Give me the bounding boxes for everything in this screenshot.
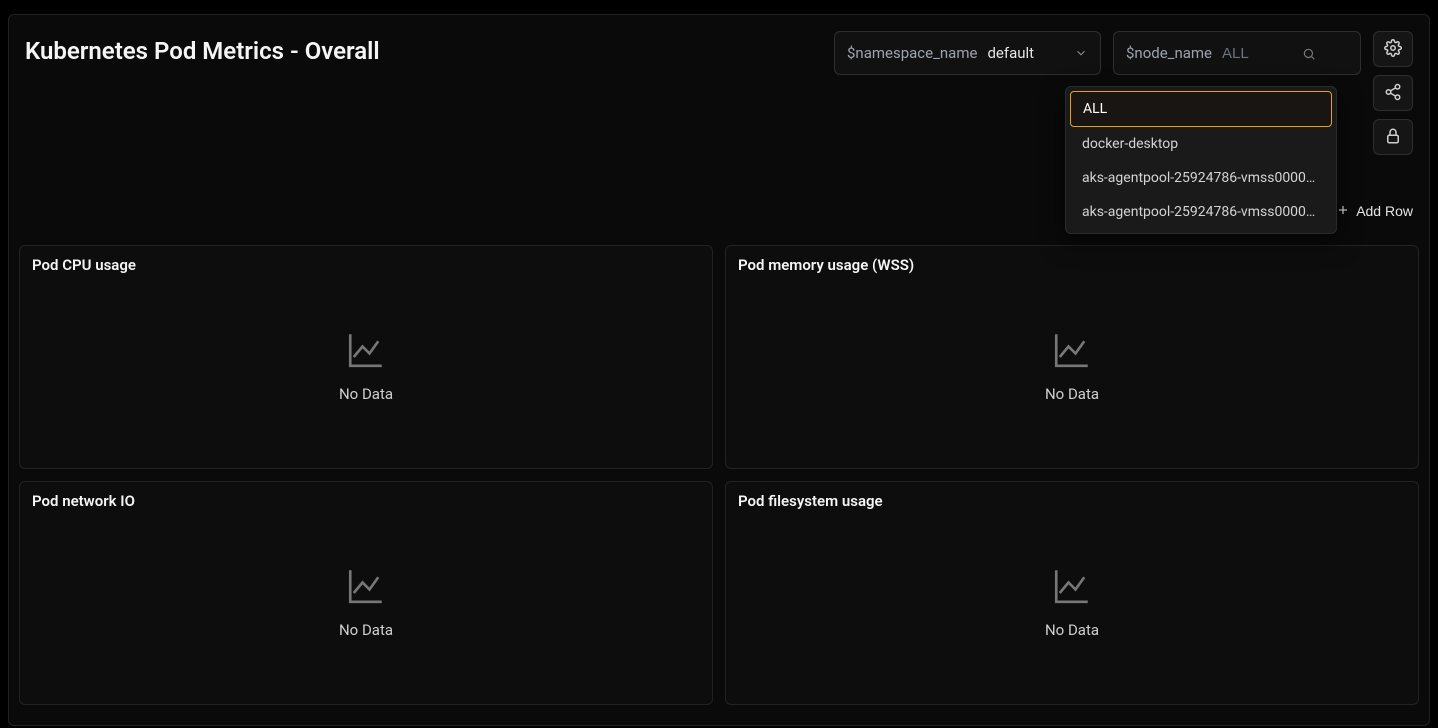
panel-pod-filesystem[interactable]: Pod filesystem usage No Data xyxy=(725,481,1419,705)
plus-icon xyxy=(1336,203,1350,220)
panel-title: Pod network IO xyxy=(32,492,700,510)
lock-button[interactable] xyxy=(1373,119,1413,155)
no-data-label: No Data xyxy=(339,385,393,403)
panel-title: Pod CPU usage xyxy=(32,256,700,274)
page-title: Kubernetes Pod Metrics - Overall xyxy=(25,37,380,65)
lock-icon xyxy=(1384,127,1402,148)
line-chart-icon xyxy=(1051,565,1093,607)
line-chart-icon xyxy=(1051,329,1093,371)
line-chart-icon xyxy=(345,565,387,607)
no-data-label: No Data xyxy=(1045,385,1099,403)
share-button[interactable] xyxy=(1373,75,1413,111)
no-data-label: No Data xyxy=(1045,621,1099,639)
panel-pod-cpu[interactable]: Pod CPU usage No Data xyxy=(19,245,713,469)
add-row-label: Add Row xyxy=(1356,203,1413,219)
node-search-input[interactable] xyxy=(1222,45,1292,62)
chevron-down-icon xyxy=(1074,46,1088,60)
node-selector[interactable]: $node_name xyxy=(1113,31,1361,75)
node-option[interactable]: aks-agentpool-25924786-vmss000000 xyxy=(1070,161,1332,195)
panel-title: Pod memory usage (WSS) xyxy=(738,256,1406,274)
node-dropdown-popup: ALL docker-desktop aks-agentpool-2592478… xyxy=(1065,86,1337,234)
namespace-var-label: $namespace_name xyxy=(847,44,977,62)
node-var-label: $node_name xyxy=(1126,44,1212,62)
gear-icon xyxy=(1384,39,1402,60)
search-icon xyxy=(1302,46,1316,60)
panel-title: Pod filesystem usage xyxy=(738,492,1406,510)
node-option[interactable]: ALL xyxy=(1070,91,1332,127)
settings-button[interactable] xyxy=(1373,31,1413,67)
node-option[interactable]: docker-desktop xyxy=(1070,127,1332,161)
add-row-button[interactable]: Add Row xyxy=(1336,203,1413,220)
node-option[interactable]: aks-agentpool-25924786-vmss000001 xyxy=(1070,195,1332,229)
no-data-label: No Data xyxy=(339,621,393,639)
namespace-var-value: default xyxy=(987,44,1034,62)
panel-pod-memory[interactable]: Pod memory usage (WSS) No Data xyxy=(725,245,1419,469)
namespace-selector[interactable]: $namespace_name default xyxy=(834,31,1101,75)
line-chart-icon xyxy=(345,329,387,371)
share-icon xyxy=(1384,83,1402,104)
panel-pod-network[interactable]: Pod network IO No Data xyxy=(19,481,713,705)
